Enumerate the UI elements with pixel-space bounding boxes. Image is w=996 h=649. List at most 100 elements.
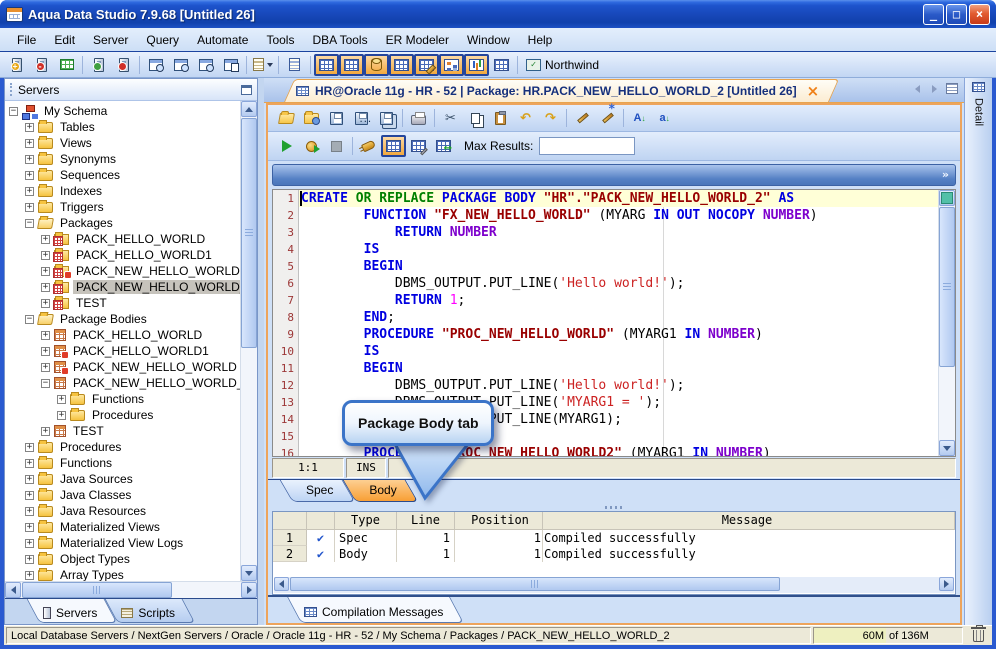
tree-item[interactable]: +PACK_HELLO_WORLD	[5, 327, 240, 343]
document-tab-close-icon[interactable]: ×	[807, 84, 820, 98]
menu-window[interactable]: Window	[458, 30, 519, 50]
tree-item[interactable]: −Package Bodies	[5, 311, 240, 327]
tree-item[interactable]: +TEST	[5, 423, 240, 439]
tree-item[interactable]: +Java Classes	[5, 487, 240, 503]
tree-expander-icon[interactable]: +	[41, 267, 50, 276]
scroll-thumb[interactable]	[241, 118, 257, 348]
tree-expander-icon[interactable]: −	[41, 379, 50, 388]
import-export-icon[interactable]	[218, 54, 243, 76]
scroll-down-button[interactable]	[939, 440, 955, 456]
tree-expander-icon[interactable]: +	[57, 395, 66, 404]
query-analyzer-icon[interactable]	[143, 54, 168, 76]
tree-expander-icon[interactable]: +	[25, 187, 34, 196]
tree-expander-icon[interactable]: +	[25, 459, 34, 468]
tree-expander-icon[interactable]: +	[41, 283, 50, 292]
tree-expander-icon[interactable]: +	[25, 539, 34, 548]
format-options-icon[interactable]	[595, 107, 620, 129]
tab-scroll-right-icon[interactable]	[929, 83, 940, 94]
scroll-thumb[interactable]	[939, 207, 955, 367]
maximize-button[interactable]: □	[946, 4, 967, 25]
schema-combo[interactable]: ✓Northwind	[521, 54, 604, 76]
tree-item[interactable]: +Functions	[5, 391, 240, 407]
tree-item[interactable]: +Triggers	[5, 199, 240, 215]
messages-splitter[interactable]	[268, 503, 960, 511]
tree-item[interactable]: +Indexes	[5, 183, 240, 199]
tree-expander-icon[interactable]: +	[25, 523, 34, 532]
tree-vertical-scrollbar[interactable]	[240, 101, 257, 581]
table-row[interactable]: 2✔Body11Compiled successfully	[273, 546, 955, 562]
results-export-icon[interactable]: ↔	[431, 135, 456, 157]
view-results-grid-icon[interactable]	[314, 54, 339, 76]
copy-icon[interactable]	[463, 107, 488, 129]
schema-tree[interactable]: −My Schema+Tables+Views+Synonyms+Sequenc…	[5, 101, 257, 581]
view-chart-icon[interactable]	[464, 54, 489, 76]
panel-grip[interactable]	[10, 83, 13, 96]
undo-icon[interactable]: ↶	[513, 107, 538, 129]
tree-item[interactable]: +Procedures	[5, 407, 240, 423]
sidebar-tab-servers[interactable]: Servers	[33, 599, 111, 623]
save-icon[interactable]	[324, 107, 349, 129]
disconnect-server-icon[interactable]	[111, 54, 136, 76]
tree-expander-icon[interactable]: +	[25, 123, 34, 132]
tree-expander-icon[interactable]: +	[25, 507, 34, 516]
table-row[interactable]: 1✔Spec11Compiled successfully	[273, 530, 955, 546]
tree-item[interactable]: +Materialized Views	[5, 519, 240, 535]
menu-er-modeler[interactable]: ER Modeler	[377, 30, 458, 50]
register-server-icon[interactable]: +	[4, 54, 29, 76]
menu-automate[interactable]: Automate	[188, 30, 257, 50]
tree-expander-icon[interactable]: +	[41, 427, 50, 436]
tree-expander-icon[interactable]: −	[9, 107, 18, 116]
scroll-thumb[interactable]	[22, 582, 172, 598]
tab-list-icon[interactable]	[946, 83, 958, 94]
scroll-down-button[interactable]	[241, 565, 257, 581]
tree-item[interactable]: +Materialized View Logs	[5, 535, 240, 551]
scroll-thumb[interactable]	[290, 577, 780, 591]
schema-browser-icon[interactable]	[54, 54, 79, 76]
tree-expander-icon[interactable]: +	[25, 475, 34, 484]
tree-expander-icon[interactable]: +	[25, 171, 34, 180]
results-grid-icon[interactable]	[381, 135, 406, 157]
tree-expander-icon[interactable]: +	[25, 203, 34, 212]
save-all-icon[interactable]	[374, 107, 399, 129]
tree-horizontal-scrollbar[interactable]	[5, 581, 257, 598]
uppercase-icon[interactable]: A↓	[627, 107, 652, 129]
tree-item[interactable]: +Tables	[5, 119, 240, 135]
query-builder-icon[interactable]	[168, 54, 193, 76]
expand-pane-icon[interactable]: »	[942, 169, 949, 181]
tree-expander-icon[interactable]: +	[25, 571, 34, 580]
tree-item[interactable]: +PACK_HELLO_WORLD1	[5, 343, 240, 359]
tree-item[interactable]: +PACK_HELLO_WORLD	[5, 231, 240, 247]
open-script-icon[interactable]	[250, 54, 275, 76]
tab-compilation-messages[interactable]: Compilation Messages	[294, 597, 457, 623]
tree-expander-icon[interactable]: +	[41, 299, 50, 308]
menu-query[interactable]: Query	[137, 30, 188, 50]
view-plain-grid-icon[interactable]	[489, 54, 514, 76]
tree-expander-icon[interactable]: +	[41, 347, 50, 356]
close-button[interactable]: ×	[969, 4, 990, 25]
scroll-up-button[interactable]	[241, 101, 257, 117]
dropdown-arrow-icon[interactable]	[267, 63, 273, 67]
view-database-icon[interactable]	[364, 54, 389, 76]
menu-edit[interactable]: Edit	[45, 30, 84, 50]
tree-expander-icon[interactable]: +	[25, 443, 34, 452]
menu-help[interactable]: Help	[519, 30, 562, 50]
menu-file[interactable]: File	[8, 30, 45, 50]
tree-expander-icon[interactable]: +	[25, 139, 34, 148]
tree-item[interactable]: +PACK_HELLO_WORLD1	[5, 247, 240, 263]
tree-item[interactable]: +PACK_NEW_HELLO_WORLD	[5, 263, 240, 279]
editor-vertical-scrollbar[interactable]	[938, 190, 955, 456]
tree-item[interactable]: +Sequences	[5, 167, 240, 183]
tree-item[interactable]: −PACK_NEW_HELLO_WORLD_2	[5, 375, 240, 391]
tree-expander-icon[interactable]: +	[41, 331, 50, 340]
tree-expander-icon[interactable]: −	[25, 219, 34, 228]
execute-procedure-icon[interactable]	[299, 135, 324, 157]
tab-spec[interactable]: Spec	[286, 480, 349, 502]
tree-expander-icon[interactable]: +	[25, 555, 34, 564]
paste-icon[interactable]	[488, 107, 513, 129]
sidebar-tab-scripts[interactable]: Scripts	[111, 599, 189, 623]
garbage-collect-icon[interactable]	[973, 630, 984, 642]
table-horizontal-scrollbar[interactable]	[274, 577, 954, 593]
detail-side-tab[interactable]: Detail	[964, 78, 992, 625]
tree-item[interactable]: +Java Resources	[5, 503, 240, 519]
redo-icon[interactable]: ↷	[538, 107, 563, 129]
